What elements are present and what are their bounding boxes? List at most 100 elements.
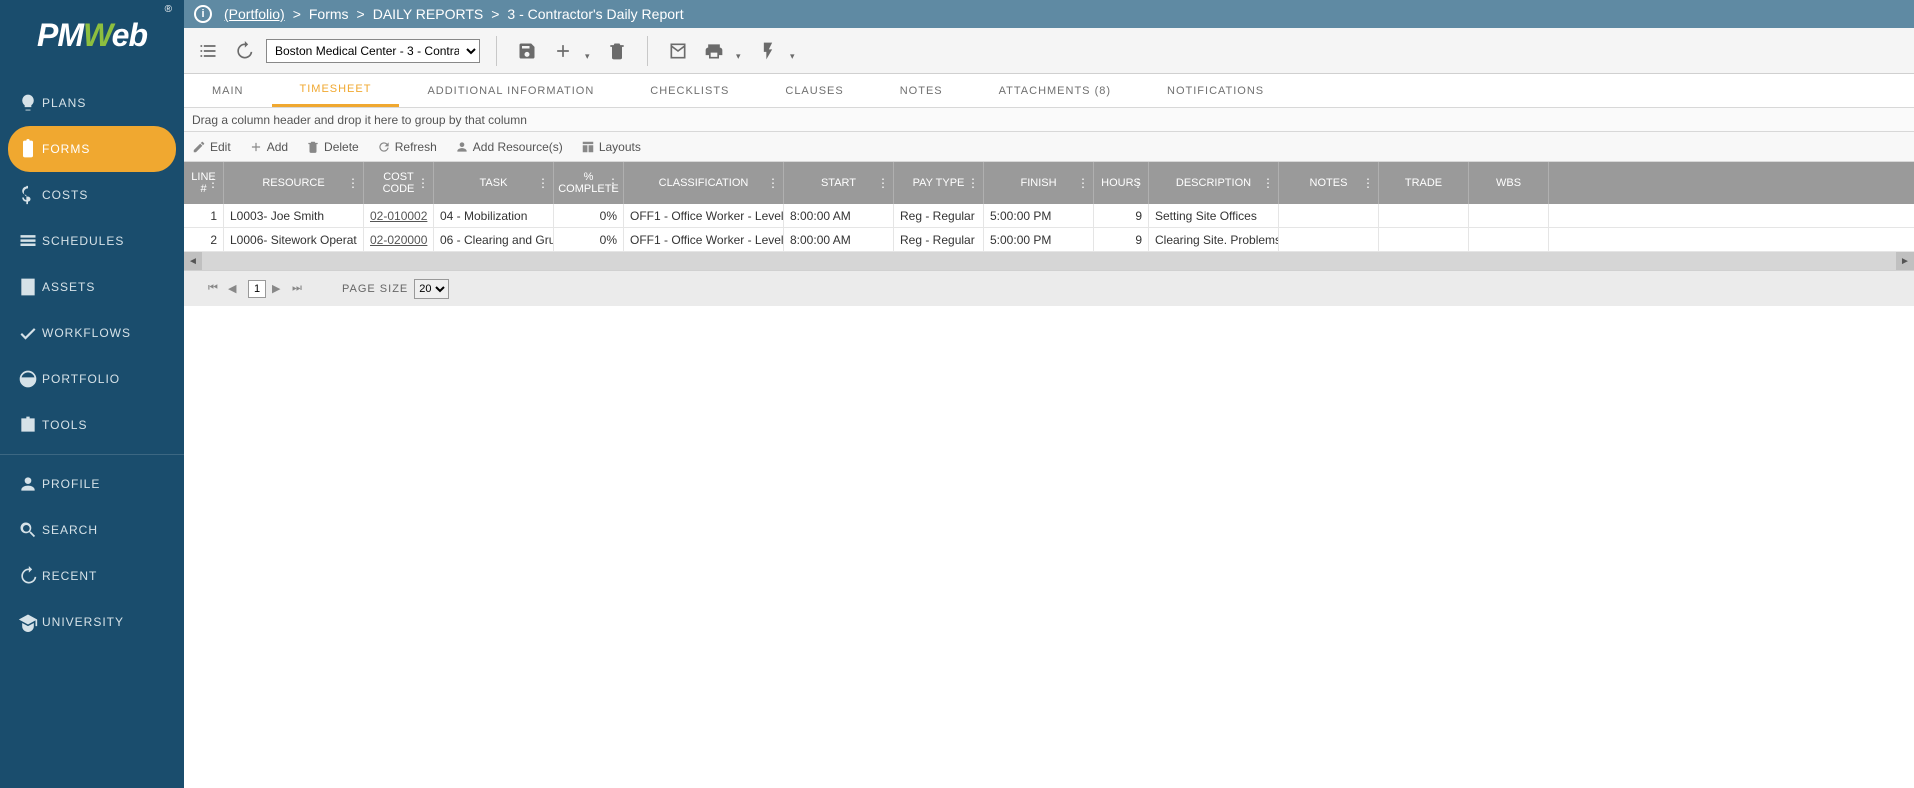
- table-row[interactable]: 2L0006- Sitework Operat02-02000006 - Cle…: [184, 228, 1914, 252]
- sidebar-item-schedules[interactable]: SCHEDULES: [0, 218, 184, 264]
- lightbulb-icon: [14, 93, 42, 113]
- sidebar-item-portfolio[interactable]: PORTFOLIO: [0, 356, 184, 402]
- bolt-icon[interactable]: [754, 37, 782, 65]
- bolt-dropdown[interactable]: [790, 46, 800, 56]
- delete-button[interactable]: Delete: [306, 140, 359, 154]
- col-finish[interactable]: FINISH: [984, 162, 1094, 204]
- col-notes[interactable]: NOTES: [1279, 162, 1379, 204]
- print-icon[interactable]: [700, 37, 728, 65]
- toolbar: Boston Medical Center - 3 - Contrac: [184, 28, 1914, 74]
- scroll-right-icon[interactable]: ►: [1896, 252, 1914, 270]
- clipboard-icon: [14, 139, 42, 159]
- table-row[interactable]: 1L0003- Joe Smith02-01000204 - Mobilizat…: [184, 204, 1914, 228]
- sidebar-item-profile[interactable]: PROFILE: [0, 461, 184, 507]
- layouts-button[interactable]: Layouts: [581, 140, 641, 154]
- next-page-icon[interactable]: ▶: [272, 282, 286, 296]
- col-classification[interactable]: CLASSIFICATION: [624, 162, 784, 204]
- breadcrumb: i (Portfolio) > Forms > DAILY REPORTS > …: [184, 0, 1914, 28]
- col-wbs[interactable]: WBS: [1469, 162, 1549, 204]
- sidebar-item-recent[interactable]: RECENT: [0, 553, 184, 599]
- history-icon: [14, 566, 42, 586]
- col-resource[interactable]: RESOURCE: [224, 162, 364, 204]
- sidebar-item-label: COSTS: [42, 188, 88, 202]
- sidebar-item-label: PLANS: [42, 96, 86, 110]
- sidebar-item-costs[interactable]: COSTS: [0, 172, 184, 218]
- tab-clauses[interactable]: CLAUSES: [757, 74, 871, 107]
- tab-main[interactable]: MAIN: [184, 74, 272, 107]
- last-page-icon[interactable]: ⏭: [292, 282, 306, 296]
- save-icon[interactable]: [513, 37, 541, 65]
- sidebar-item-workflows[interactable]: WORKFLOWS: [0, 310, 184, 356]
- logo-w: W: [83, 17, 112, 53]
- col-cost-code[interactable]: COST CODE: [364, 162, 434, 204]
- col-pay-type[interactable]: PAY TYPE: [894, 162, 984, 204]
- sidebar-item-label: FORMS: [42, 142, 90, 156]
- tab-attachments-8-[interactable]: ATTACHMENTS (8): [971, 74, 1139, 107]
- history-icon[interactable]: [230, 37, 258, 65]
- print-dropdown[interactable]: [736, 46, 746, 56]
- tab-notes[interactable]: NOTES: [872, 74, 971, 107]
- col-pct-complete[interactable]: % COMPLETE: [554, 162, 624, 204]
- sidebar-item-forms[interactable]: FORMS: [8, 126, 176, 172]
- list-icon[interactable]: [194, 37, 222, 65]
- col-description[interactable]: DESCRIPTION: [1149, 162, 1279, 204]
- refresh-button[interactable]: Refresh: [377, 140, 437, 154]
- tab-checklists[interactable]: CHECKLISTS: [622, 74, 757, 107]
- group-by-hint[interactable]: Drag a column header and drop it here to…: [184, 108, 1914, 132]
- record-selector[interactable]: Boston Medical Center - 3 - Contrac: [266, 39, 480, 63]
- col-hours[interactable]: HOURS: [1094, 162, 1149, 204]
- sidebar: PMWeb ® PLANS FORMS COSTS SCHEDULES ASSETS WO…: [0, 0, 184, 788]
- logo[interactable]: PMWeb ®: [0, 0, 184, 70]
- breadcrumb-portfolio[interactable]: (Portfolio): [224, 6, 285, 22]
- sidebar-item-tools[interactable]: TOOLS: [0, 402, 184, 448]
- col-task[interactable]: TASK: [434, 162, 554, 204]
- col-trade[interactable]: TRADE: [1379, 162, 1469, 204]
- add-dropdown[interactable]: [585, 46, 595, 56]
- tab-notifications[interactable]: NOTIFICATIONS: [1139, 74, 1292, 107]
- sidebar-item-university[interactable]: UNIVERSITY: [0, 599, 184, 645]
- sidebar-item-label: SCHEDULES: [42, 234, 124, 248]
- sidebar-item-label: PORTFOLIO: [42, 372, 120, 386]
- logo-pre: PM: [37, 17, 83, 53]
- dollar-icon: [14, 185, 42, 205]
- info-icon[interactable]: i: [194, 5, 212, 23]
- mail-icon[interactable]: [664, 37, 692, 65]
- globe-icon: [14, 369, 42, 389]
- scroll-left-icon[interactable]: ◄: [184, 252, 202, 270]
- sidebar-item-label: PROFILE: [42, 477, 100, 491]
- add-button[interactable]: Add: [249, 140, 288, 154]
- sidebar-item-plans[interactable]: PLANS: [0, 80, 184, 126]
- logo-post: eb: [112, 17, 147, 53]
- nav-primary: PLANS FORMS COSTS SCHEDULES ASSETS WORKFLOWS P…: [0, 70, 184, 788]
- grid-header: LINE # RESOURCE COST CODE TASK % COMPLET…: [184, 162, 1914, 204]
- page-input[interactable]: [248, 280, 266, 298]
- sidebar-item-label: ASSETS: [42, 280, 95, 294]
- horizontal-scrollbar[interactable]: ◄ ►: [184, 252, 1914, 270]
- sidebar-item-assets[interactable]: ASSETS: [0, 264, 184, 310]
- person-icon: [14, 474, 42, 494]
- bars-icon: [14, 231, 42, 251]
- prev-page-icon[interactable]: ◀: [228, 282, 242, 296]
- breadcrumb-daily[interactable]: DAILY REPORTS: [373, 6, 483, 22]
- logo-reg: ®: [165, 4, 172, 15]
- grad-icon: [14, 612, 42, 632]
- col-start[interactable]: START: [784, 162, 894, 204]
- add-icon[interactable]: [549, 37, 577, 65]
- grid-toolbar: Edit Add Delete Refresh Add Resource(s) …: [184, 132, 1914, 162]
- breadcrumb-forms[interactable]: Forms: [309, 6, 349, 22]
- edit-button[interactable]: Edit: [192, 140, 231, 154]
- tab-additional-information[interactable]: ADDITIONAL INFORMATION: [399, 74, 622, 107]
- col-line[interactable]: LINE #: [184, 162, 224, 204]
- sidebar-item-label: RECENT: [42, 569, 97, 583]
- add-resources-button[interactable]: Add Resource(s): [455, 140, 563, 154]
- pager: ⏮ ◀ ▶ ⏭ PAGE SIZE 20: [184, 270, 1914, 306]
- tab-timesheet[interactable]: TIMESHEET: [272, 74, 400, 107]
- pagesize-select[interactable]: 20: [414, 279, 449, 299]
- sidebar-item-label: TOOLS: [42, 418, 87, 432]
- delete-icon[interactable]: [603, 37, 631, 65]
- tabs: MAINTIMESHEETADDITIONAL INFORMATIONCHECK…: [184, 74, 1914, 108]
- sidebar-item-label: SEARCH: [42, 523, 98, 537]
- first-page-icon[interactable]: ⏮: [208, 282, 222, 296]
- sidebar-item-search[interactable]: SEARCH: [0, 507, 184, 553]
- sidebar-item-label: UNIVERSITY: [42, 615, 124, 629]
